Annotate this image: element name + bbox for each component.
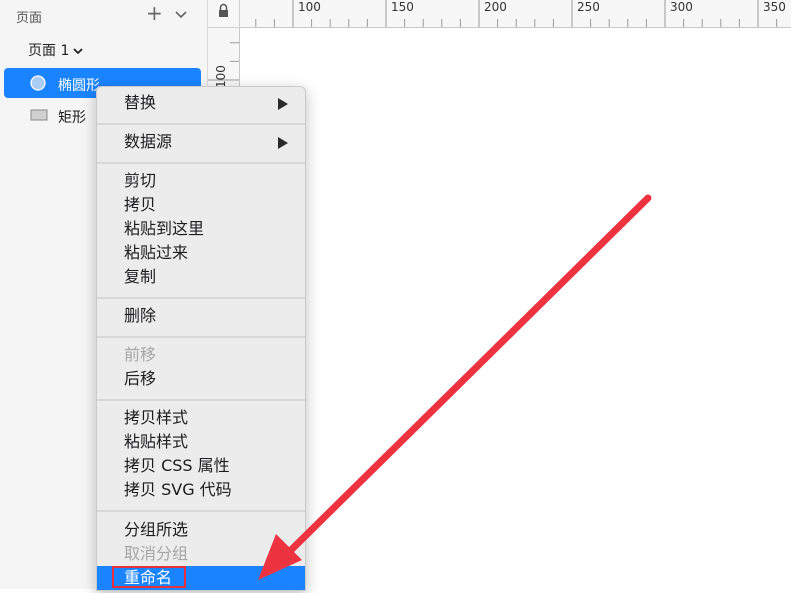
canvas[interactable]	[240, 28, 791, 589]
menu-item-label: 删除	[124, 306, 157, 325]
menu-item-label: 粘贴到这里	[124, 219, 205, 238]
menu-item-label: 拷贝样式	[124, 408, 189, 427]
menu-item-rename[interactable]: 重命名	[97, 566, 305, 590]
lock-icon	[219, 3, 228, 17]
menu-separator	[97, 123, 305, 125]
menu-item-ungroup: 取消分组	[97, 542, 305, 566]
menu-separator	[97, 399, 305, 401]
menu-item-delete[interactable]: 删除	[97, 304, 305, 328]
menu-item-paste-style[interactable]: 粘贴样式	[97, 430, 305, 454]
rectangle-icon	[30, 107, 48, 126]
menu-separator	[97, 297, 305, 299]
menu-item-label: 重命名	[124, 568, 173, 587]
layer-name: 矩形	[58, 110, 86, 126]
ellipse-icon	[30, 75, 46, 95]
menu-item-copy-style[interactable]: 拷贝样式	[97, 406, 305, 430]
ruler-label: 300	[670, 0, 693, 14]
menu-item-copy-css[interactable]: 拷贝 CSS 属性	[97, 454, 305, 478]
menu-item-copy[interactable]: 拷贝	[97, 193, 305, 217]
menu-item-label: 拷贝 CSS 属性	[124, 456, 230, 475]
context-menu: 替换 数据源 剪切 拷贝 粘贴到这里 粘贴过来 复制 删除 前移 后移 拷贝样式…	[96, 86, 306, 591]
menu-item-label: 后移	[124, 369, 157, 388]
menu-item-cut[interactable]: 剪切	[97, 169, 305, 193]
ruler-label: 100	[214, 65, 228, 88]
ruler-corner[interactable]	[208, 0, 240, 28]
menu-item-label: 粘贴过来	[124, 243, 189, 262]
menu-item-label: 分组所选	[124, 520, 189, 539]
page-selector[interactable]: 页面 1	[28, 40, 83, 60]
pages-title: 页面	[16, 11, 43, 26]
menu-item-group-selection[interactable]: 分组所选	[97, 518, 305, 542]
menu-separator	[97, 336, 305, 338]
menu-item-send-backward[interactable]: 后移	[97, 367, 305, 391]
menu-item-label: 粘贴样式	[124, 432, 189, 451]
menu-item-replace[interactable]: 替换	[97, 91, 305, 115]
menu-item-paste-over[interactable]: 粘贴过来	[97, 241, 305, 265]
layer-name: 椭圆形	[58, 78, 100, 94]
submenu-arrow-icon	[278, 137, 288, 149]
ruler-label: 100	[298, 0, 321, 14]
horizontal-ruler[interactable]	[240, 0, 791, 28]
page-selector-label: 页面 1	[28, 43, 70, 59]
menu-item-label: 剪切	[124, 171, 157, 190]
menu-item-paste-here[interactable]: 粘贴到这里	[97, 217, 305, 241]
menu-item-data-source[interactable]: 数据源	[97, 130, 305, 154]
chevron-down-icon[interactable]	[174, 5, 188, 24]
menu-item-label: 拷贝 SVG 代码	[124, 480, 232, 499]
ruler-label: 200	[484, 0, 507, 14]
menu-item-label: 替换	[124, 93, 157, 112]
menu-item-bring-forward: 前移	[97, 343, 305, 367]
sidebar-header: 页面 +	[0, 0, 207, 30]
menu-item-duplicate[interactable]: 复制	[97, 265, 305, 289]
menu-item-label: 复制	[124, 267, 157, 286]
ruler-label: 150	[391, 0, 414, 14]
ruler-ticks	[255, 0, 778, 27]
menu-separator	[97, 162, 305, 164]
menu-item-label: 拷贝	[124, 195, 157, 214]
menu-item-label: 取消分组	[124, 544, 189, 563]
menu-item-label: 前移	[124, 345, 157, 364]
menu-item-copy-svg[interactable]: 拷贝 SVG 代码	[97, 478, 305, 502]
menu-item-label: 数据源	[124, 132, 173, 151]
chevron-down-icon	[73, 43, 83, 59]
ruler-label: 350	[763, 0, 786, 14]
add-page-button[interactable]: +	[146, 3, 163, 23]
ruler-label: 250	[577, 0, 600, 14]
submenu-arrow-icon	[278, 98, 288, 110]
menu-separator	[97, 510, 305, 512]
